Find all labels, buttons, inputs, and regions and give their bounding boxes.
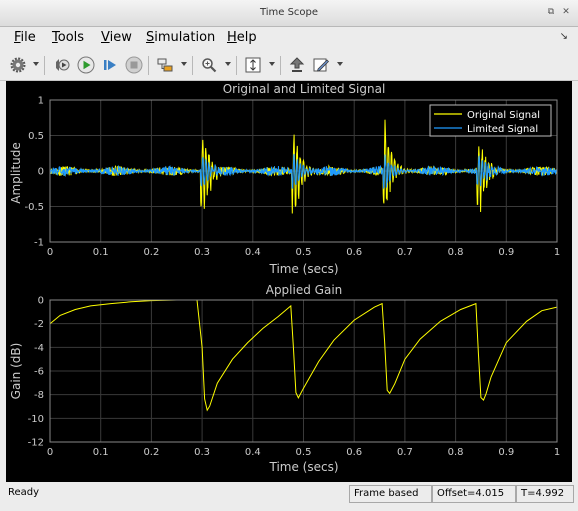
plot2-xtick-label: 1 bbox=[554, 447, 560, 458]
dock-icon[interactable]: ↘ bbox=[560, 31, 568, 42]
plot2-xtick-label: 0 bbox=[47, 447, 53, 458]
stop-icon[interactable] bbox=[124, 55, 144, 75]
plot1-xtick-label: 0.9 bbox=[498, 247, 514, 258]
zoom-dropdown-icon[interactable] bbox=[225, 62, 231, 66]
plot1-xtick-label: 0.5 bbox=[296, 247, 312, 258]
plot2-xtick-label: 0.2 bbox=[143, 447, 159, 458]
status-time: T=4.992 bbox=[516, 485, 574, 503]
plot2-xtick-label: 0.8 bbox=[448, 447, 464, 458]
plot1-xtick-label: 0.4 bbox=[245, 247, 261, 258]
plot2-xtick-label: 0.9 bbox=[498, 447, 514, 458]
plot2-ytick-label: -2 bbox=[34, 319, 44, 330]
legend-label-limited: Limited Signal bbox=[467, 124, 538, 135]
toolbar-separator bbox=[280, 56, 281, 75]
scale-axes-dropdown-icon[interactable] bbox=[269, 62, 275, 66]
menu-help[interactable]: Help bbox=[227, 30, 257, 45]
plot1-ytick-label: -0.5 bbox=[24, 202, 44, 213]
plot1-xtick-label: 0.3 bbox=[194, 247, 210, 258]
gear-dropdown-icon[interactable] bbox=[33, 62, 39, 66]
style-dropdown-icon[interactable] bbox=[337, 62, 343, 66]
plot1-ytick-label: -1 bbox=[34, 238, 44, 249]
plot1-xlabel: Time (secs) bbox=[268, 262, 338, 276]
plot2-title: Applied Gain bbox=[266, 283, 343, 297]
scope-canvas: 0 0.1 0.2 0.3 0.4 0.5 0.6 0.7 0.8 0.9 1 1 0.5 0 -0.5 -1… bbox=[9, 82, 560, 474]
highlight-icon[interactable] bbox=[52, 55, 72, 75]
plot1-xtick-label: 0.1 bbox=[93, 247, 109, 258]
legend-label-original: Original Signal bbox=[467, 110, 540, 121]
toolbar-separator bbox=[148, 56, 149, 75]
toolbar-separator bbox=[44, 56, 45, 75]
toolbar bbox=[0, 50, 578, 81]
scope-display: 0 0.1 0.2 0.3 0.4 0.5 0.6 0.7 0.8 0.9 1 1 0.5 0 -0.5 -1… bbox=[6, 81, 572, 482]
plot2-xtick-label: 0.6 bbox=[346, 447, 362, 458]
plot1-ytick-label: 1 bbox=[38, 96, 44, 107]
toolbar-separator bbox=[236, 56, 237, 75]
close-icon[interactable]: ✕ bbox=[560, 6, 572, 18]
window-title: Time Scope bbox=[259, 7, 319, 18]
plot2-ytick-label: -4 bbox=[34, 343, 44, 354]
plot1-ylabel: Amplitude bbox=[9, 142, 23, 204]
menu-simulation[interactable]: Simulation bbox=[146, 30, 215, 45]
status-bar: Ready Frame based Offset=4.015 T=4.992 bbox=[0, 483, 578, 511]
status-mode: Frame based bbox=[349, 485, 432, 503]
plot2-ytick-label: -10 bbox=[28, 414, 44, 425]
menu-tools[interactable]: Tools bbox=[52, 30, 84, 45]
title-bar: Time Scope ⧉ ✕ bbox=[0, 0, 578, 27]
run-icon[interactable] bbox=[76, 55, 96, 75]
plot2-ytick-label: -6 bbox=[34, 367, 44, 378]
toolbar-separator bbox=[192, 56, 193, 75]
menu-bar: File Tools View Simulation Help ↘ bbox=[0, 27, 578, 49]
plot1-title: Original and Limited Signal bbox=[223, 82, 386, 96]
menu-view[interactable]: View bbox=[101, 30, 132, 45]
status-text: Ready bbox=[8, 487, 40, 498]
signal-select-icon[interactable] bbox=[155, 55, 175, 75]
plot2-xtick-label: 0.4 bbox=[245, 447, 261, 458]
plot2-ytick-label: -8 bbox=[34, 390, 44, 401]
plot1-ytick-label: 0.5 bbox=[28, 131, 44, 142]
plot1-xtick-label: 1 bbox=[554, 247, 560, 258]
plot1-xtick-label: 0.8 bbox=[448, 247, 464, 258]
status-offset: Offset=4.015 bbox=[432, 485, 516, 503]
plot1-xtick-label: 0.2 bbox=[143, 247, 159, 258]
plot1-xtick-label: 0.7 bbox=[397, 247, 413, 258]
plot2-xtick-label: 0.5 bbox=[296, 447, 312, 458]
plot2-xtick-label: 0.1 bbox=[93, 447, 109, 458]
scale-axes-icon[interactable] bbox=[243, 55, 263, 75]
gear-icon[interactable] bbox=[8, 55, 28, 75]
signal-select-dropdown-icon[interactable] bbox=[181, 62, 187, 66]
zoom-icon[interactable] bbox=[199, 55, 219, 75]
plot1-legend[interactable]: Original Signal Limited Signal bbox=[429, 104, 552, 137]
plot1-ytick-label: 0 bbox=[38, 167, 44, 178]
plot2-xtick-label: 0.3 bbox=[194, 447, 210, 458]
plot1-xtick-label: 0.6 bbox=[346, 247, 362, 258]
plot2-ylabel: Gain (dB) bbox=[9, 343, 23, 400]
plot2-xtick-label: 0.7 bbox=[397, 447, 413, 458]
plot2-ytick-label: -12 bbox=[28, 438, 44, 449]
step-forward-icon[interactable] bbox=[100, 55, 120, 75]
plot1-xtick-label: 0 bbox=[47, 247, 53, 258]
restore-view-icon[interactable] bbox=[287, 55, 307, 75]
menu-file[interactable]: File bbox=[14, 30, 36, 45]
plot2-xlabel: Time (secs) bbox=[268, 460, 338, 474]
plot2-ytick-label: 0 bbox=[38, 296, 44, 307]
restore-icon[interactable]: ⧉ bbox=[545, 6, 557, 18]
style-icon[interactable] bbox=[311, 55, 331, 75]
